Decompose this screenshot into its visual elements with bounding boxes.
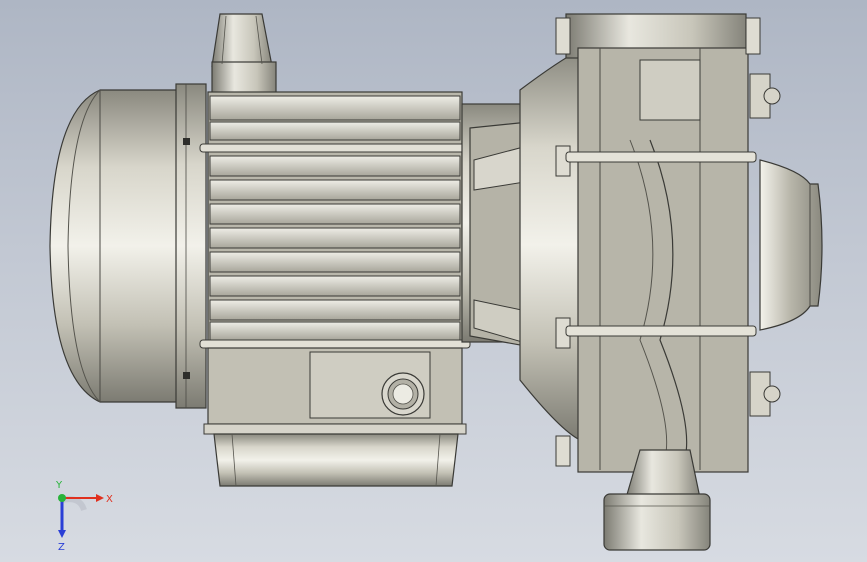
adapter-flange [461,49,581,441]
x-axis-arrow [96,494,104,502]
cad-viewport[interactable]: X Y Z [0,0,867,562]
cable-gland [211,13,277,95]
triad-arc [61,496,87,512]
z-axis-label: Z [58,542,65,552]
suction-inlet [759,159,823,331]
coordinate-triad: X Y Z [55,480,113,552]
motor-body [199,91,471,349]
pump-motor-model[interactable] [0,0,867,562]
z-axis-arrow [58,530,66,538]
x-axis-label: X [106,494,113,505]
fan-cover [49,83,207,409]
terminal-box [203,347,467,487]
y-axis-label: Y [55,480,63,491]
y-axis-dot [58,494,66,502]
pump-housing [555,13,781,473]
cooling-fins [209,95,461,341]
conduit-fitting [381,372,425,416]
